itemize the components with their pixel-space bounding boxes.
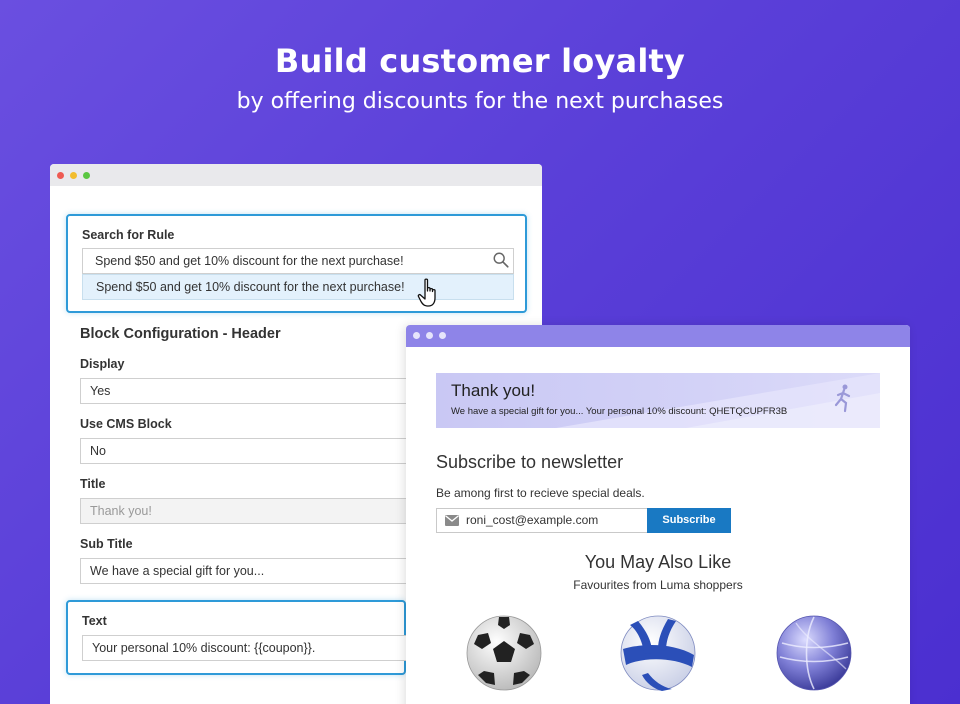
newsletter-description: Be among first to recieve special deals. <box>436 486 645 500</box>
banner-title: Thank you! <box>451 381 536 400</box>
you-may-also-like-title: You May Also Like <box>584 552 732 572</box>
storefront-titlebar <box>406 325 910 347</box>
thank-you-banner: Thank you! We have a special gift for yo… <box>436 373 880 428</box>
text-field-panel: Text Your personal 10% discount: {{coupo… <box>66 600 412 675</box>
search-icon[interactable] <box>492 251 510 269</box>
you-may-also-like-subtitle: Favourites from Luma shoppers <box>573 578 743 592</box>
sub-title-label: Sub Title <box>80 537 133 551</box>
runner-icon <box>834 384 851 413</box>
newsletter-title: Subscribe to newsletter <box>436 452 624 472</box>
envelope-icon <box>445 515 459 526</box>
subscribe-button[interactable]: Subscribe <box>647 508 731 533</box>
banner-text: We have a special gift for you... Your p… <box>451 406 788 417</box>
admin-titlebar <box>50 164 542 186</box>
title-input[interactable]: Thank you! <box>80 498 420 524</box>
close-window-dot[interactable] <box>413 332 420 339</box>
text-input[interactable]: Your personal 10% discount: {{coupon}}. <box>82 635 412 661</box>
use-cms-block-label: Use CMS Block <box>80 417 172 431</box>
newsletter-email-input[interactable]: roni_cost@example.com <box>436 508 648 533</box>
sub-title-input[interactable]: We have a special gift for you... <box>80 558 420 584</box>
product-volleyball-purple[interactable] <box>774 613 854 693</box>
newsletter-email-value: roni_cost@example.com <box>466 513 599 527</box>
search-rule-label: Search for Rule <box>82 228 175 242</box>
search-suggestion-item[interactable]: Spend $50 and get 10% discount for the n… <box>82 274 514 300</box>
maximize-window-dot[interactable] <box>439 332 446 339</box>
display-label: Display <box>80 357 125 371</box>
search-rule-input[interactable]: Spend $50 and get 10% discount for the n… <box>82 248 514 274</box>
text-label: Text <box>82 614 107 628</box>
title-label: Title <box>80 477 106 491</box>
maximize-window-dot[interactable] <box>83 172 90 179</box>
minimize-window-dot[interactable] <box>70 172 77 179</box>
display-select[interactable]: Yes <box>80 378 420 404</box>
minimize-window-dot[interactable] <box>426 332 433 339</box>
hand-pointer-icon <box>417 278 436 307</box>
product-soccer-ball[interactable] <box>464 613 544 693</box>
close-window-dot[interactable] <box>57 172 64 179</box>
block-configuration-title: Block Configuration - Header <box>80 326 281 342</box>
hero-subtitle: by offering discounts for the next purch… <box>236 89 724 114</box>
use-cms-block-select[interactable]: No <box>80 438 420 464</box>
hero-title: Build customer loyalty <box>274 42 686 80</box>
search-rule-panel: Search for Rule Spend $50 and get 10% di… <box>66 214 527 313</box>
storefront-window: Thank you! We have a special gift for yo… <box>406 325 910 704</box>
product-volleyball-blue-white[interactable] <box>618 613 698 693</box>
